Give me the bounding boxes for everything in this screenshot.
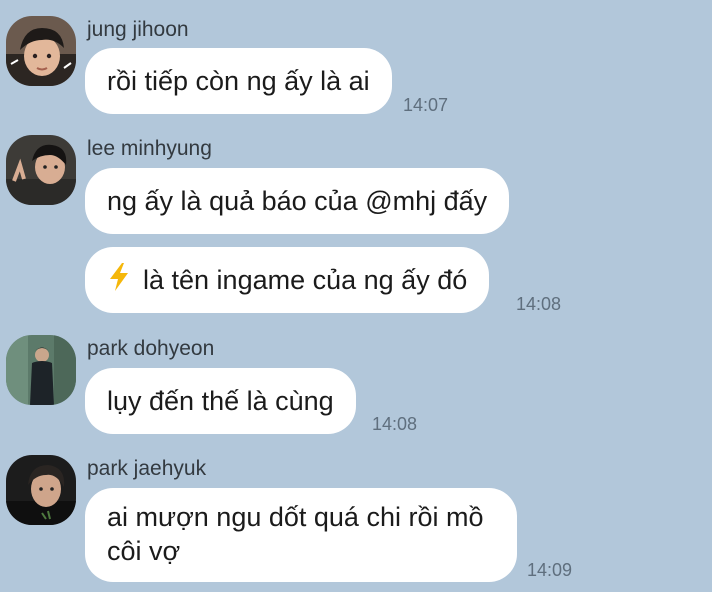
sender-name: park jaehyuk <box>87 457 207 480</box>
message-text: ng ấy là quả báo của @mhj đấy <box>107 185 488 216</box>
avatar-lee-minhyung[interactable] <box>6 135 76 205</box>
message-text: ai mượn ngu dốt quá chi rồi mồ côi vợ <box>107 502 484 566</box>
message-bubble[interactable]: ng ấy là quả báo của @mhj đấy <box>85 168 510 234</box>
avatar-photo <box>6 16 76 86</box>
avatar-photo <box>6 455 76 525</box>
avatar-photo <box>6 335 76 405</box>
message-bubble[interactable]: rồi tiếp còn ng ấy là ai <box>85 48 392 114</box>
sender-name: lee minhyung <box>87 137 212 160</box>
chat-view: jung jihoon rồi tiếp còn ng ấy là ai 14:… <box>0 0 712 592</box>
message-bubble[interactable]: là tên ingame của ng ấy đó <box>85 247 490 313</box>
message-bubble[interactable]: lụy đến thế là cùng <box>85 368 356 434</box>
message-timestamp: 14:08 <box>516 294 562 314</box>
lightning-bolt-icon <box>107 262 131 299</box>
message-text: rồi tiếp còn ng ấy là ai <box>107 65 370 96</box>
avatar-jung-jihoon[interactable] <box>6 16 76 86</box>
message-timestamp: 14:09 <box>527 560 573 580</box>
sender-name: jung jihoon <box>87 18 189 41</box>
avatar-photo <box>6 135 76 205</box>
avatar-park-dohyeon[interactable] <box>6 335 76 405</box>
message-text: lụy đến thế là cùng <box>107 385 334 416</box>
sender-name: park dohyeon <box>87 337 215 360</box>
message-text: là tên ingame của ng ấy đó <box>143 264 468 295</box>
avatar-park-jaehyuk[interactable] <box>6 455 76 525</box>
message-bubble[interactable]: ai mượn ngu dốt quá chi rồi mồ côi vợ <box>85 488 517 582</box>
message-timestamp: 14:07 <box>403 95 449 115</box>
message-timestamp: 14:08 <box>372 414 418 434</box>
